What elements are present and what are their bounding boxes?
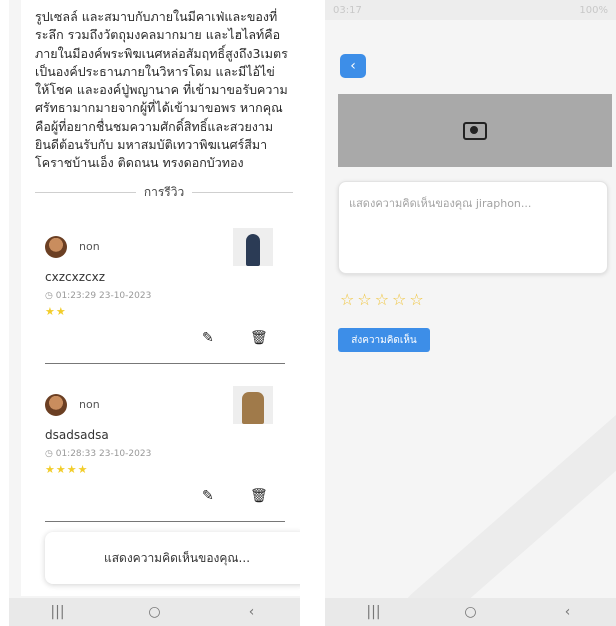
- recent-apps-icon[interactable]: |||: [43, 604, 73, 620]
- avatar: [45, 394, 67, 416]
- review-timestamp: ◷ 01:23:29 23-10-2023: [45, 291, 152, 301]
- image-upload-area[interactable]: [338, 94, 612, 167]
- submit-comment-button[interactable]: ส่งความคิดเห็น: [338, 328, 430, 352]
- recent-apps-icon[interactable]: |||: [359, 604, 389, 620]
- watermark-graphic: [404, 414, 616, 620]
- rating-stars-input[interactable]: ☆☆☆☆☆: [340, 290, 427, 309]
- status-battery: 100%: [579, 4, 608, 16]
- review-separator: [45, 521, 285, 522]
- review-rating-stars: ★★: [45, 305, 67, 318]
- review-rating-stars: ★★★★: [45, 463, 89, 476]
- comment-input[interactable]: แสดงความคิดเห็นของคุณ jiraphon...: [338, 181, 608, 274]
- status-time: 03:17: [333, 4, 362, 16]
- reviews-heading-label: การรีวิว: [143, 184, 185, 199]
- divider: [192, 191, 293, 193]
- edit-icon[interactable]: ✎: [202, 488, 214, 504]
- edit-icon[interactable]: ✎: [202, 330, 214, 346]
- system-navbar: ||| ○ ‹: [325, 598, 616, 626]
- review-photo[interactable]: [233, 228, 273, 266]
- add-photo-icon[interactable]: [463, 121, 487, 140]
- review-username: non: [79, 240, 100, 253]
- delete-icon[interactable]: 🗑: [250, 330, 268, 346]
- review-text: cxzcxzcxz: [45, 270, 105, 284]
- place-detail-card: รูปเซลล์ และสมาบกับภายในมีคาเฟ่และของที่…: [21, 0, 300, 596]
- avatar: [45, 236, 67, 258]
- delete-icon[interactable]: 🗑: [250, 488, 268, 504]
- back-button[interactable]: ‹: [340, 54, 366, 78]
- review-text: dsadsadsa: [45, 428, 109, 442]
- home-icon[interactable]: ○: [140, 604, 170, 620]
- review-separator: [45, 363, 285, 364]
- review-photo[interactable]: [233, 386, 273, 424]
- comment-entry-button[interactable]: แสดงความคิดเห็นของคุณ...: [45, 532, 300, 584]
- chevron-left-icon: ‹: [350, 58, 356, 74]
- reviews-heading: การรีวิว: [35, 183, 293, 201]
- add-review-screen: 03:17 100% ‹ แสดงความคิดเห็นของคุณ jirap…: [325, 0, 616, 626]
- place-description: รูปเซลล์ และสมาบกับภายในมีคาเฟ่และของที่…: [35, 9, 288, 171]
- divider: [35, 191, 136, 193]
- review-timestamp: ◷ 01:28:33 23-10-2023: [45, 449, 152, 459]
- status-bar: 03:17 100%: [325, 0, 616, 20]
- home-icon[interactable]: ○: [456, 604, 486, 620]
- system-navbar: ||| ○ ‹: [9, 598, 300, 626]
- back-icon[interactable]: ‹: [553, 604, 583, 620]
- back-icon[interactable]: ‹: [237, 604, 267, 620]
- review-list-screen: รูปเซลล์ และสมาบกับภายในมีคาเฟ่และของที่…: [9, 0, 300, 626]
- review-username: non: [79, 398, 100, 411]
